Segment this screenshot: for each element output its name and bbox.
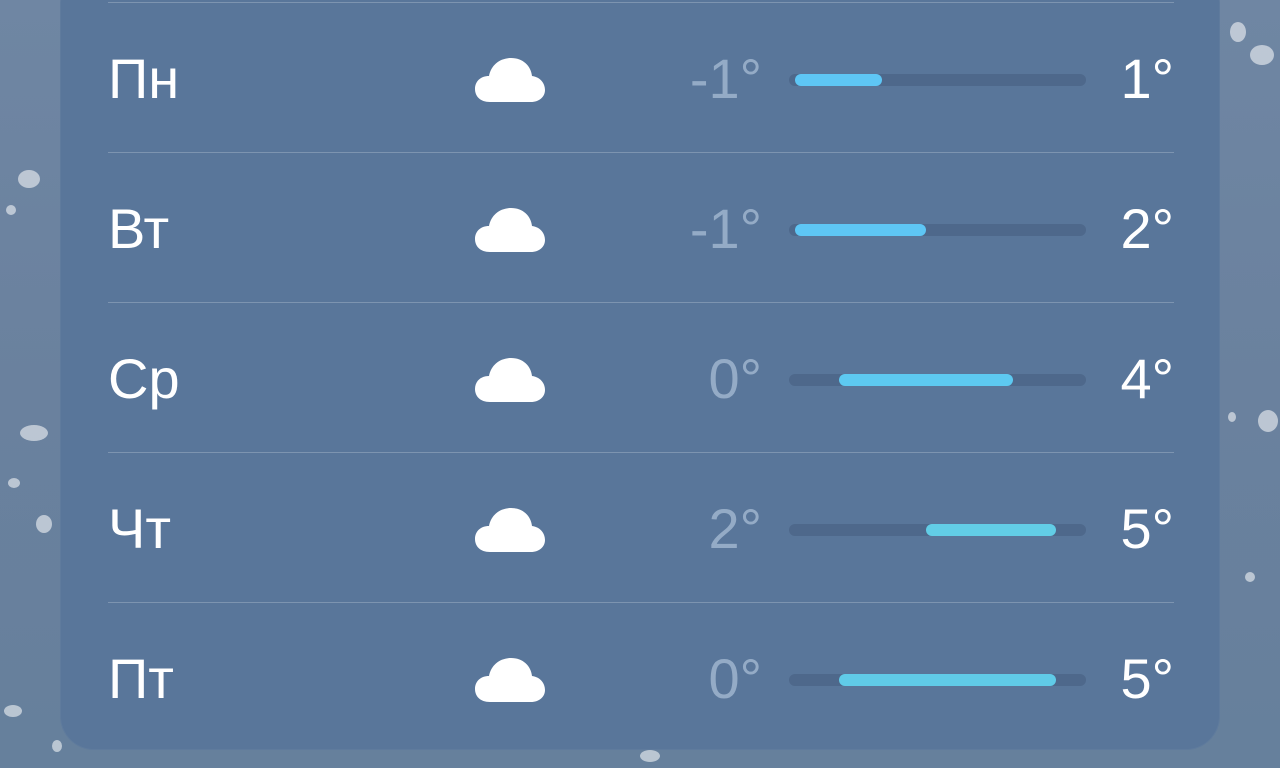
low-temperature: 0° (708, 647, 762, 710)
day-label: Ср (108, 347, 180, 410)
low-temperature: 2° (708, 497, 762, 560)
temperature-range-bar (789, 224, 1086, 236)
snowflake (1228, 412, 1236, 422)
temperature-range-fill (925, 524, 1057, 536)
temperature-range-fill (838, 374, 1013, 386)
temperature-range-bar (789, 74, 1086, 86)
forecast-row[interactable]: Пн -1° 1° (108, 2, 1174, 152)
cloud-icon (475, 208, 545, 252)
snowflake (6, 205, 16, 215)
snowflake (1230, 22, 1246, 42)
day-label: Чт (108, 497, 171, 560)
snowflake (1250, 45, 1274, 65)
snowflake (1258, 410, 1278, 432)
high-temperature: 5° (1120, 647, 1174, 710)
temperature-range-bar (789, 524, 1086, 536)
snowflake (18, 170, 40, 188)
cloud-icon (475, 658, 545, 702)
snowflake (20, 425, 48, 441)
temperature-range-bar (789, 674, 1086, 686)
cloud-icon (475, 58, 545, 102)
snowflake (52, 740, 62, 752)
high-temperature: 1° (1120, 47, 1174, 110)
temperature-range-fill (838, 674, 1057, 686)
snowflake (36, 515, 52, 533)
forecast-row[interactable]: Ср 0° 4° (108, 302, 1174, 452)
snowflake (1245, 572, 1255, 582)
temperature-range-fill (794, 224, 926, 236)
cloud-icon (475, 508, 545, 552)
temperature-range-bar (789, 374, 1086, 386)
low-temperature: -1° (689, 197, 762, 260)
high-temperature: 2° (1120, 197, 1174, 260)
day-label: Пт (108, 647, 174, 710)
day-label: Вт (108, 197, 170, 260)
snowflake (4, 705, 22, 717)
low-temperature: 0° (708, 347, 762, 410)
snowflake (8, 478, 20, 488)
cloud-icon (475, 358, 545, 402)
daily-forecast-card: Пн -1° 1° Вт -1° 2° Ср 0° 4° Чт 2° 5° Пт… (60, 0, 1220, 750)
forecast-row[interactable]: Вт -1° 2° (108, 152, 1174, 302)
low-temperature: -1° (689, 47, 762, 110)
high-temperature: 4° (1120, 347, 1174, 410)
forecast-row[interactable]: Пт 0° 5° (108, 602, 1174, 752)
forecast-row[interactable]: Чт 2° 5° (108, 452, 1174, 602)
high-temperature: 5° (1120, 497, 1174, 560)
temperature-range-fill (794, 74, 883, 86)
day-label: Пн (108, 47, 180, 110)
